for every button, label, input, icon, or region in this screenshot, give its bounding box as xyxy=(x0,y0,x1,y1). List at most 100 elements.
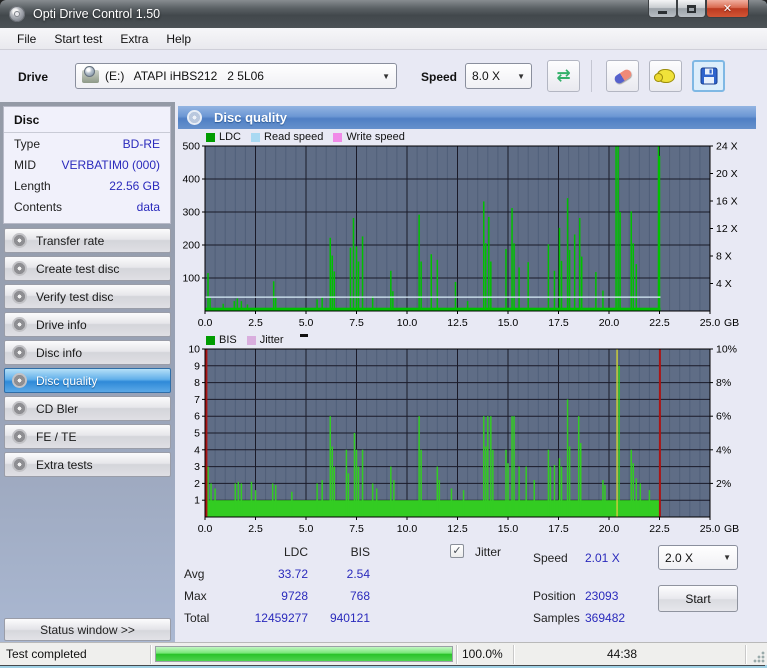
svg-text:7: 7 xyxy=(194,394,200,406)
sidebar-item-label: Verify test disc xyxy=(36,289,114,304)
svg-text:0.0: 0.0 xyxy=(198,317,213,329)
svg-text:17.5: 17.5 xyxy=(548,523,569,535)
disc-type-value: BD-RE xyxy=(122,137,160,151)
svg-text:1: 1 xyxy=(194,495,200,507)
ldc-column-header: LDC xyxy=(283,545,308,559)
svg-text:24 X: 24 X xyxy=(716,141,738,153)
progress-bar xyxy=(155,646,453,662)
results-panel: LDC BIS Avg 33.72 2.54 Max 9728 768 Tota… xyxy=(178,539,756,639)
avg-ldc-value: 33.72 xyxy=(277,567,308,581)
disc-contents-row: Contents data xyxy=(4,196,170,217)
svg-text:8%: 8% xyxy=(716,377,731,389)
svg-text:400: 400 xyxy=(182,174,200,186)
maximize-button[interactable] xyxy=(677,0,706,18)
legend-swatch xyxy=(206,335,215,345)
speed-label: Speed xyxy=(421,70,458,84)
refresh-button[interactable]: ⇄ xyxy=(547,60,580,92)
hand-tool-button[interactable] xyxy=(649,60,682,92)
svg-text:5: 5 xyxy=(194,428,200,440)
svg-text:2.5: 2.5 xyxy=(248,523,263,535)
max-bis-value: 768 xyxy=(349,589,370,603)
svg-text:100: 100 xyxy=(182,273,200,285)
sidebar-item-disc-quality[interactable]: Disc quality xyxy=(4,368,171,393)
svg-text:3: 3 xyxy=(194,461,200,473)
sidebar-item-verify-test-disc[interactable]: Verify test disc xyxy=(4,284,171,309)
disc-icon xyxy=(12,261,27,276)
sidebar-item-fe-te[interactable]: FE / TE xyxy=(4,424,171,449)
drive-label: Drive xyxy=(18,70,49,84)
position-label: Position xyxy=(533,589,576,603)
disc-icon xyxy=(187,110,202,125)
test-speed-select[interactable]: 2.0 X ▼ xyxy=(658,545,738,570)
svg-text:12.5: 12.5 xyxy=(447,523,468,535)
svg-text:16 X: 16 X xyxy=(716,195,738,207)
legend-max-marker xyxy=(299,333,308,337)
disc-icon xyxy=(12,373,27,388)
status-text: Test completed xyxy=(6,647,87,661)
status-window-button[interactable]: Status window >> xyxy=(4,618,171,641)
sidebar-item-drive-info[interactable]: Drive info xyxy=(4,312,171,337)
test-speed-select-value: 2.0 X xyxy=(665,550,694,565)
sidebar-item-extra-tests[interactable]: Extra tests xyxy=(4,452,171,477)
toolbar-separator xyxy=(591,60,592,92)
svg-text:10%: 10% xyxy=(716,344,737,356)
sidebar-item-create-test-disc[interactable]: Create test disc xyxy=(4,256,171,281)
menu-bar: File Start test Extra Help xyxy=(0,28,767,50)
max-ldc-value: 9728 xyxy=(281,589,308,603)
menu-help[interactable]: Help xyxy=(157,30,200,48)
statusbar-divider xyxy=(745,645,746,664)
erase-disc-button[interactable] xyxy=(606,60,639,92)
position-value: 23093 xyxy=(585,589,619,603)
menu-extra[interactable]: Extra xyxy=(111,30,157,48)
disc-type-label: Type xyxy=(14,137,41,151)
progress-fill xyxy=(156,647,452,661)
disc-icon xyxy=(12,317,27,332)
close-button[interactable]: ✕ xyxy=(706,0,749,18)
legend-item: Read speed xyxy=(251,131,323,143)
sidebar-item-label: Create test disc xyxy=(36,261,120,276)
jitter-checkbox[interactable]: ✓ xyxy=(450,544,464,558)
sidebar-item-cd-bler[interactable]: CD Bler xyxy=(4,396,171,421)
main-panel: Disc quality LDC Read speed Write speed 10… xyxy=(178,102,764,642)
start-button[interactable]: Start xyxy=(658,585,738,612)
svg-text:17.5: 17.5 xyxy=(548,317,569,329)
samples-label: Samples xyxy=(533,611,580,625)
svg-text:25.0: 25.0 xyxy=(700,523,721,535)
menu-file[interactable]: File xyxy=(8,30,45,48)
toolbar: Drive (E:) ATAPI iHBS212 2 5L06 ▼ Speed … xyxy=(0,50,767,102)
svg-text:9: 9 xyxy=(194,360,200,372)
page-title: Disc quality xyxy=(214,110,287,125)
samples-value: 369482 xyxy=(585,611,626,625)
total-bis-value: 940121 xyxy=(329,611,370,625)
progress-percent: 100.0% xyxy=(462,647,503,661)
sidebar-item-disc-info[interactable]: Disc info xyxy=(4,340,171,365)
sidebar-item-transfer-rate[interactable]: Transfer rate xyxy=(4,228,171,253)
resize-grip[interactable] xyxy=(753,651,765,663)
sidebar-item-label: CD Bler xyxy=(36,401,79,416)
max-label: Max xyxy=(184,589,207,603)
svg-text:12.5: 12.5 xyxy=(447,317,468,329)
eraser-icon xyxy=(612,67,633,85)
svg-text:GB: GB xyxy=(724,317,739,329)
drive-select[interactable]: (E:) ATAPI iHBS212 2 5L06 ▼ xyxy=(75,63,397,89)
save-button[interactable] xyxy=(692,60,725,92)
svg-text:500: 500 xyxy=(182,141,200,153)
disc-info-panel: Disc Type BD-RE MID VERBATIM0 (000) Leng… xyxy=(3,106,171,224)
speed-select[interactable]: 8.0 X ▼ xyxy=(465,63,532,89)
drive-select-value: (E:) ATAPI iHBS212 2 5L06 xyxy=(105,69,264,83)
legend-swatch xyxy=(333,132,343,142)
legend-label: BIS xyxy=(219,334,237,346)
status-bar: Test completed 100.0% 44:38 xyxy=(0,642,767,665)
svg-text:2.5: 2.5 xyxy=(248,317,263,329)
disc-mid-label: MID xyxy=(14,158,36,172)
disc-icon xyxy=(12,345,27,360)
svg-text:0.0: 0.0 xyxy=(198,523,213,535)
bis-jitter-chart: 1 2 3 4 5 6 7 8 9 10 2% 4% 6% 8% 10% 0.0 2.5 5.0 7.5 10.0 12… xyxy=(188,344,739,536)
window-body: File Start test Extra Help Drive (E:) AT… xyxy=(0,28,767,665)
menu-start-test[interactable]: Start test xyxy=(45,30,111,48)
minimize-button[interactable] xyxy=(648,0,677,18)
disc-panel-title: Disc xyxy=(4,107,170,133)
chevron-down-icon: ▼ xyxy=(382,71,390,81)
chevron-down-icon: ▼ xyxy=(723,553,731,562)
disc-type-row: Type BD-RE xyxy=(4,133,170,154)
